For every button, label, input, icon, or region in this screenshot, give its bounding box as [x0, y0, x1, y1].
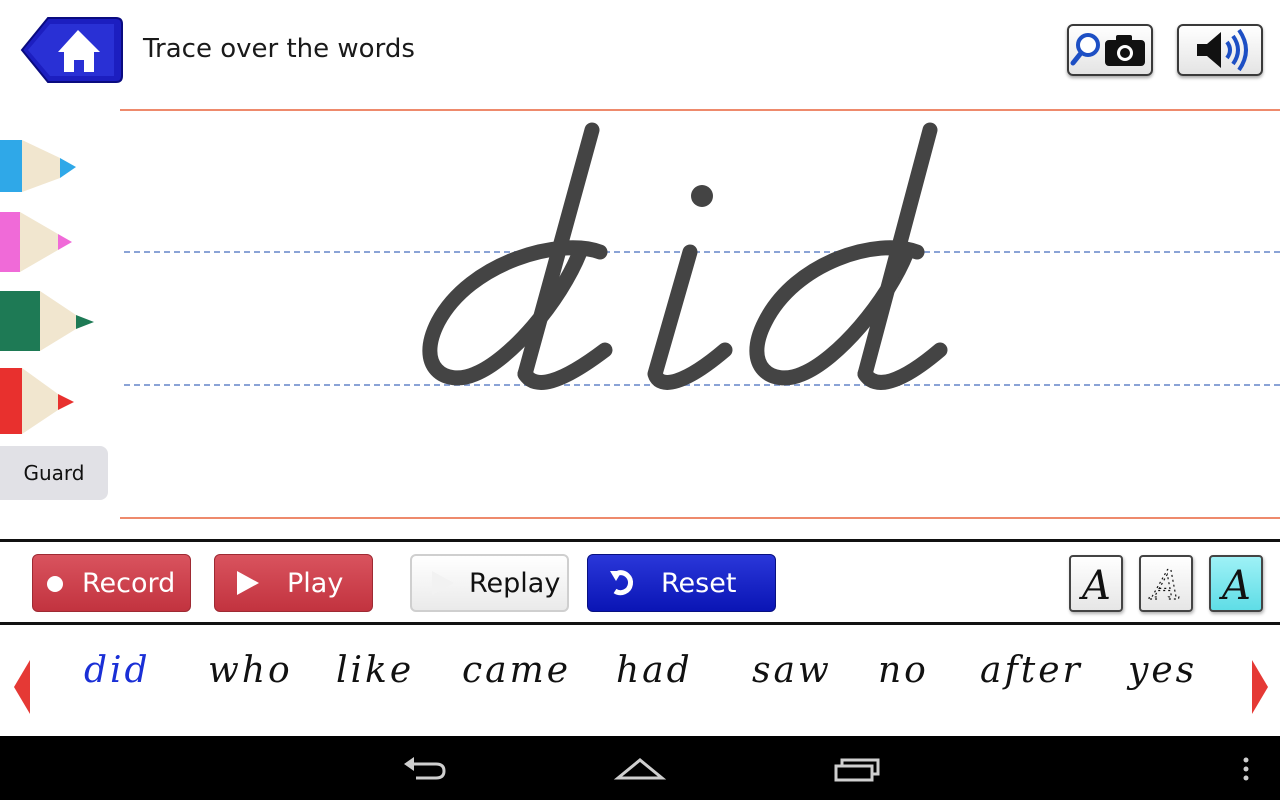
- page-title: Trace over the words: [143, 34, 415, 64]
- record-dot-icon: [47, 576, 63, 592]
- word-list-next-arrow-icon[interactable]: [1250, 660, 1270, 714]
- app-window: Trace over the words Guard Record Play R…: [0, 0, 1280, 800]
- guard-button[interactable]: Guard: [0, 446, 108, 500]
- word-item-like[interactable]: like: [336, 650, 414, 691]
- pencil-blue[interactable]: [0, 136, 80, 200]
- undo-arrow-icon: [610, 570, 633, 596]
- home-icon: [20, 17, 123, 83]
- tracing-canvas[interactable]: [400, 112, 960, 402]
- word-list-prev-arrow-icon[interactable]: [12, 660, 32, 714]
- top-rule-line: [120, 109, 1280, 111]
- word-item-after[interactable]: after: [980, 650, 1083, 691]
- home-outline-icon[interactable]: [612, 736, 668, 800]
- system-nav-bar: [0, 736, 1280, 800]
- letter-style-highlight-button[interactable]: A: [1209, 555, 1263, 612]
- back-icon[interactable]: [396, 736, 452, 800]
- svg-text:A: A: [1218, 563, 1251, 607]
- play-icon: [237, 571, 259, 595]
- letter-style-solid-button[interactable]: A: [1069, 555, 1123, 612]
- letter-style-dotted-button[interactable]: A: [1139, 555, 1193, 612]
- bottom-rule-line: [120, 517, 1280, 519]
- toolbar-bottom-divider: [0, 622, 1280, 625]
- word-item-came[interactable]: came: [462, 650, 571, 691]
- word-item-who[interactable]: who: [208, 650, 293, 691]
- word-item-yes[interactable]: yes: [1128, 650, 1197, 691]
- i-dot: [691, 185, 713, 207]
- pencil-green[interactable]: [0, 287, 96, 359]
- speaker-icon: [1197, 28, 1248, 72]
- letter-a-solid-icon: A: [1078, 563, 1111, 607]
- record-label: Record: [82, 567, 176, 599]
- zoom-camera-icon: [1070, 33, 1145, 66]
- svg-text:A: A: [1078, 563, 1111, 607]
- pencil-red[interactable]: [0, 366, 80, 440]
- record-button[interactable]: Record: [32, 554, 191, 612]
- sound-button[interactable]: [1177, 24, 1263, 76]
- replay-label: Replay: [469, 567, 561, 599]
- word-item-had[interactable]: had: [616, 650, 693, 691]
- overflow-menu-icon[interactable]: [1236, 736, 1256, 800]
- letter-a-dotted-icon: A: [1147, 562, 1181, 607]
- word-item-saw[interactable]: saw: [752, 650, 832, 691]
- zoom-camera-button[interactable]: [1067, 24, 1153, 76]
- reset-button[interactable]: Reset: [587, 554, 776, 612]
- svg-text:A: A: [1148, 563, 1181, 607]
- home-button[interactable]: [18, 14, 124, 86]
- replay-button[interactable]: Replay: [410, 554, 569, 612]
- recent-apps-icon[interactable]: [830, 736, 886, 800]
- letter-a-highlight-icon: A: [1218, 563, 1251, 607]
- pencil-pink[interactable]: [0, 208, 80, 278]
- word-item-no[interactable]: no: [878, 650, 929, 691]
- reset-label: Reset: [661, 567, 737, 599]
- traced-word: [422, 122, 948, 390]
- play-button[interactable]: Play: [214, 554, 373, 612]
- word-item-did[interactable]: did: [84, 650, 151, 691]
- toolbar-top-divider: [0, 539, 1280, 542]
- replay-play-icon: [432, 571, 454, 595]
- play-label: Play: [287, 567, 344, 599]
